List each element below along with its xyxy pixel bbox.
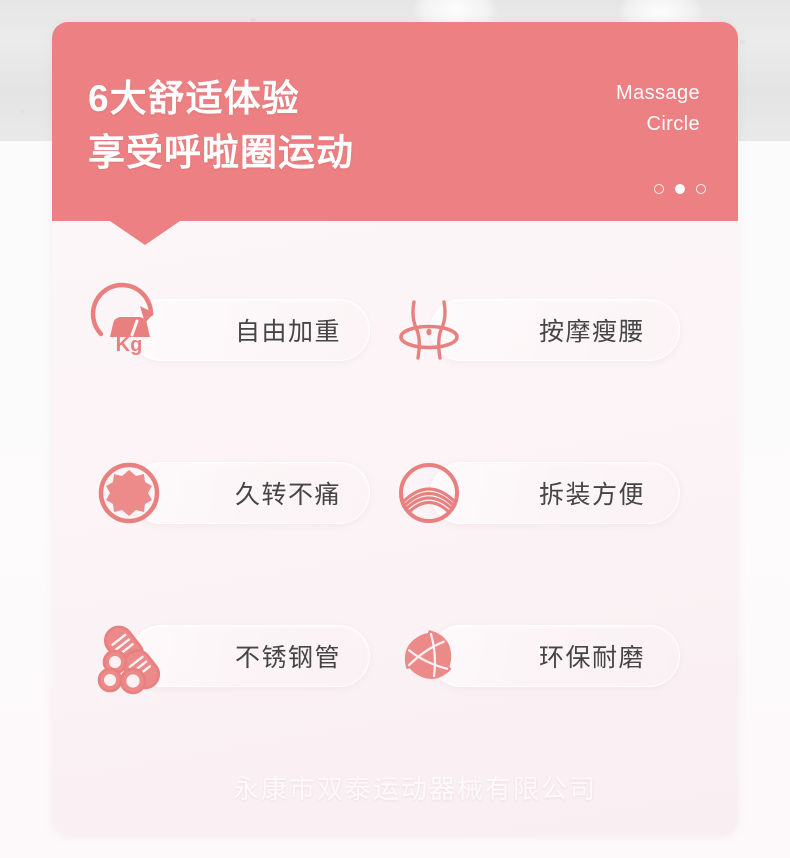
carousel-dot-3[interactable] [696,184,706,194]
company-watermark: 永康市双泰运动器械有限公司 [232,774,597,804]
page-title: 6大舒适体验 享受呼啦圈运动 [88,78,354,173]
massage-nub-wheel-icon [87,451,171,535]
carousel-dot-2-active[interactable] [675,184,685,194]
steel-tubes-icon [87,614,171,698]
weight-icon-unit: Kg [116,334,143,356]
feature-item-free-weight[interactable]: Kg 自由加重 [90,282,370,361]
waist-hoop-icon [387,288,471,372]
feature-label: 拆装方便 [539,481,646,509]
promo-card: 6大舒适体验 享受呼啦圈运动 Massage Circle Kg 自由加重 按摩… [52,22,738,835]
feature-label: 不锈钢管 [235,644,342,672]
floor-speck [740,40,745,44]
feature-item-no-pain[interactable]: 久转不痛 [98,462,370,524]
feature-list: Kg 自由加重 按摩瘦腰 久转不痛 拆装方便 不锈钢管 环保耐磨 [52,254,738,774]
feature-label: 按摩瘦腰 [539,318,646,346]
weight-kg-icon: Kg [87,282,171,372]
feature-label: 环保耐磨 [539,644,646,672]
carousel-dot-1[interactable] [654,184,664,194]
floor-speck [20,110,24,113]
feature-item-massage-waist[interactable]: 按摩瘦腰 [399,299,680,361]
feature-item-stainless-tube[interactable]: 不锈钢管 [97,625,370,695]
feature-label: 久转不痛 [235,481,342,509]
feature-item-eco-wear-resistant[interactable]: 环保耐磨 [404,625,680,687]
three-leaves-eco-icon [387,614,471,698]
header-notch-triangle [110,221,180,245]
feature-item-easy-assembly[interactable]: 拆装方便 [399,462,680,524]
stacked-arcs-icon [387,451,471,535]
brand-subtitle: Massage Circle [616,82,700,135]
carousel-dots[interactable] [654,184,706,194]
feature-label: 自由加重 [235,318,342,346]
